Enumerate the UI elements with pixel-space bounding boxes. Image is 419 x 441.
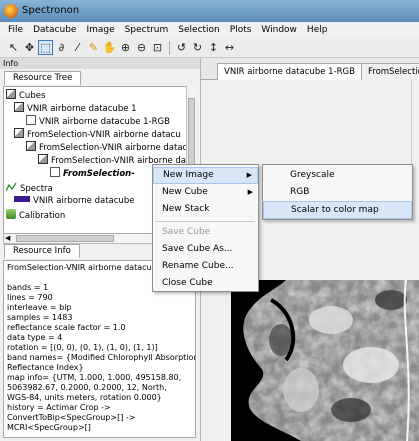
image-tab-strip: VNIR airborne datacube 1-RGB FromSelecti… (201, 58, 419, 80)
info-line: 5063982.67, 0.2000, 0.2000, 12, North, (7, 383, 167, 392)
info-line: history = Actimar Crop -> (7, 403, 111, 412)
menu-bar: File Datacube Image Spectrum Selection P… (0, 22, 419, 38)
tree-node-label: VNIR airborne datacube 1 (27, 104, 137, 114)
menu-file[interactable]: File (4, 25, 29, 35)
cube-icon (6, 89, 16, 99)
menu-image[interactable]: Image (82, 25, 120, 35)
calibration-icon (6, 209, 16, 219)
tree-node-label: Cubes (19, 91, 46, 101)
scroll-left-icon[interactable]: ◀ (5, 234, 10, 242)
info-line: rotation = [(0, 0), (0, 1), (1, 0), (1, … (7, 343, 158, 352)
move-crosshair-icon[interactable]: ✥ (22, 40, 37, 55)
menu-item-save-cube-as[interactable]: Save Cube As... (153, 241, 258, 258)
menu-item-rename-cube[interactable]: Rename Cube... (153, 258, 258, 275)
menu-item-close-cube[interactable]: Close Cube (153, 275, 258, 292)
image-file-icon (50, 167, 60, 177)
flip-horizontal-icon[interactable]: ↔ (222, 40, 237, 55)
cube-icon (26, 141, 36, 151)
submenu-arrow-icon: ▶ (246, 171, 252, 179)
info-line: reflectance scale factor = 1.0 (7, 323, 126, 332)
tree-node-fromselection-1[interactable]: FromSelection-VNIR airborne datacu (14, 128, 181, 141)
menu-item-greyscale[interactable]: Greyscale (263, 166, 412, 184)
tree-node-label: FromSelection-VNIR airborne datacu (27, 130, 181, 140)
info-line: band names= {Modified Chlorophyll Absorp… (7, 353, 196, 362)
toolbar: ↖ ✥ ⬚ ∂ ⁄ ✎ ✋ ⊕ ⊖ ⊡ ↺ ↻ ↕ ↔ (0, 38, 419, 58)
tree-node-label: Calibration (19, 211, 66, 221)
zoom-in-icon[interactable]: ⊕ (118, 40, 133, 55)
menu-datacube[interactable]: Datacube (29, 25, 82, 35)
menu-item-save-cube[interactable]: Save Cube (153, 224, 258, 241)
tree-node-calibration[interactable]: Calibration (6, 209, 65, 222)
tree-node-label: VNIR airborne datacube 1-RGB (39, 117, 170, 127)
menu-item-scalar-to-color-map[interactable]: Scalar to color map (263, 201, 412, 219)
spectra-icon (5, 182, 17, 192)
menu-selection[interactable]: Selection (174, 25, 225, 35)
tree-node-spectra-item[interactable]: VNIR airborne datacube (14, 195, 134, 208)
info-line: lines = 790 (7, 293, 53, 302)
info-line: interleave = bip (7, 303, 72, 312)
info-line: samples = 1483 (7, 313, 73, 322)
info-line: MCRI<SpecGroup>[] (7, 423, 91, 432)
tree-node-label: VNIR airborne datacube (33, 196, 135, 206)
cube-icon (14, 128, 24, 138)
tree-node-cube-1[interactable]: VNIR airborne datacube 1 (14, 102, 137, 115)
info-line: map info= {UTM, 1.000, 1.000, 495158.80, (7, 373, 182, 382)
rectangle-select-icon[interactable]: ⬚ (38, 40, 53, 55)
menu-item-new-stack[interactable]: New Stack (153, 201, 258, 218)
title-bar: Spectronon (0, 0, 419, 22)
menu-item-label: New Image (163, 170, 214, 180)
info-line: WGS-84, units meters, rotation 0.000} (7, 393, 162, 402)
cube-context-menu: New Image ▶ New Cube ▶ New Stack Save Cu… (152, 164, 259, 292)
brush-icon[interactable]: ✎ (86, 40, 101, 55)
tree-node-spectra[interactable]: Spectra (5, 182, 53, 195)
menu-window[interactable]: Window (257, 25, 303, 35)
rotate-left-icon[interactable]: ↺ (174, 40, 189, 55)
tree-node-label: FromSelection-VNIR airborne datacu (39, 143, 193, 153)
menu-spectrum[interactable]: Spectrum (121, 25, 175, 35)
wand-icon[interactable]: ⁄ (70, 40, 85, 55)
tree-node-fromselection-selected[interactable]: FromSelection- (50, 167, 135, 180)
spectronon-app-icon (4, 4, 18, 18)
cube-icon (38, 154, 48, 164)
rotate-right-icon[interactable]: ↻ (190, 40, 205, 55)
zoom-fit-icon[interactable]: ⊡ (150, 40, 165, 55)
tab-resource-info[interactable]: Resource Info (4, 244, 80, 258)
info-panel-header: Info (0, 58, 200, 69)
tree-node-label: FromSelection- (63, 169, 135, 179)
menu-item-new-cube[interactable]: New Cube ▶ (153, 184, 258, 201)
arrow-pointer-icon[interactable]: ↖ (6, 40, 21, 55)
submenu-arrow-icon: ▶ (247, 188, 253, 196)
lasso-icon[interactable]: ∂ (54, 40, 69, 55)
tab-resource-tree[interactable]: Resource Tree (4, 71, 82, 85)
menu-item-label: New Cube (162, 187, 208, 197)
info-line: ConvertToBip<SpecGroup>[] -> (7, 413, 136, 422)
info-line: Reflectance Index} (7, 363, 84, 372)
image-file-icon (26, 115, 36, 125)
tree-node-cubes[interactable]: Cubes (6, 89, 45, 102)
menu-item-new-image[interactable]: New Image ▶ (153, 167, 258, 184)
spectrum-color-swatch (14, 196, 30, 202)
cube-icon (14, 102, 24, 112)
flip-vertical-icon[interactable]: ↕ (206, 40, 221, 55)
scrollbar-thumb[interactable] (188, 98, 195, 168)
toolbar-separator (169, 40, 170, 55)
tree-node-cube-1-rgb[interactable]: VNIR airborne datacube 1-RGB (26, 115, 170, 128)
grayscale-image (231, 280, 419, 441)
new-image-submenu: Greyscale RGB Scalar to color map (262, 164, 413, 220)
menu-item-rgb[interactable]: RGB (263, 183, 412, 201)
scalar-image-view[interactable] (231, 280, 419, 441)
tab-fromselection[interactable]: FromSelectio (361, 63, 419, 80)
window-title: Spectronon (22, 5, 80, 16)
menu-separator (156, 221, 255, 222)
tree-node-fromselection-2[interactable]: FromSelection-VNIR airborne datacu (26, 141, 193, 154)
info-line: data type = 4 (7, 333, 63, 342)
tree-node-label: Spectra (20, 184, 53, 194)
tab-vnir-rgb[interactable]: VNIR airborne datacube 1-RGB (217, 63, 362, 80)
zoom-out-icon[interactable]: ⊖ (134, 40, 149, 55)
menu-help[interactable]: Help (303, 25, 334, 35)
scrollbar-thumb[interactable] (16, 235, 114, 242)
menu-plots[interactable]: Plots (226, 25, 258, 35)
hand-pan-icon[interactable]: ✋ (102, 40, 117, 55)
